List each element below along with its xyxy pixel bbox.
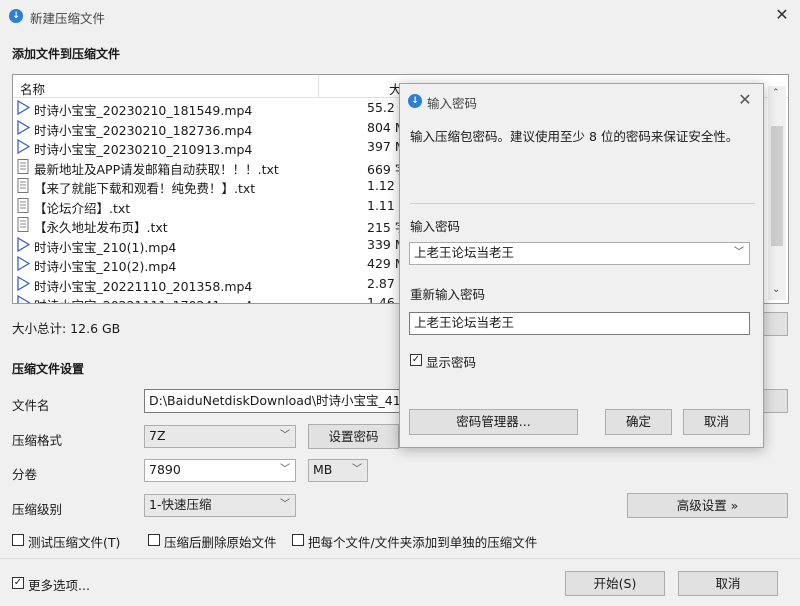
filename-label: 文件名 — [12, 398, 50, 413]
video-file-icon — [16, 294, 31, 303]
file-list-scrollbar[interactable]: ⌃ ⌄ — [768, 86, 786, 300]
file-size: 1.12 — [367, 178, 395, 193]
password-instruction: 输入压缩包密码。建议使用至少 8 位的密码来保证安全性。 — [410, 129, 739, 144]
file-name: 时诗小宝宝_20230210_182736.mp4 — [34, 122, 253, 138]
close-icon[interactable]: ✕ — [772, 5, 792, 24]
dialog-cancel-button[interactable]: 取消 — [683, 409, 750, 435]
video-file-icon — [16, 119, 31, 135]
file-size: 1.11 — [367, 197, 395, 213]
start-button[interactable]: 开始(S) — [565, 571, 665, 596]
format-label: 压缩格式 — [12, 433, 63, 448]
dialog-divider — [410, 203, 755, 204]
split-label: 分卷 — [12, 467, 38, 482]
test-checkbox-label: 测试压缩文件(T) — [28, 535, 121, 550]
split-select[interactable]: 7890 ﹀ — [144, 459, 296, 482]
file-name: 最新地址及APP请发邮箱自动获取！！！.txt — [34, 161, 279, 177]
split-unit-select[interactable]: MB ﹀ — [308, 459, 368, 482]
repeat-password-input[interactable]: 上老王论坛当老王 — [409, 312, 750, 335]
add-files-title: 添加文件到压缩文件 — [12, 47, 121, 61]
video-file-icon — [16, 138, 31, 155]
split-unit-value: MB — [313, 462, 333, 477]
chevron-down-icon: ﹀ — [352, 464, 362, 475]
chevron-down-icon: ﹀ — [280, 430, 290, 441]
total-size: 大小总计: 12.6 GB — [12, 321, 121, 336]
scroll-up-icon[interactable]: ⌃ — [772, 88, 780, 98]
column-name[interactable]: 名称 — [20, 79, 45, 98]
delete-original-checkbox[interactable] — [148, 534, 160, 546]
separate-archive-label: 把每个文件/文件夹添加到单独的压缩文件 — [308, 535, 538, 550]
dialog-close-icon[interactable]: ✕ — [735, 90, 755, 109]
chevron-down-icon: ﹀ — [280, 464, 290, 475]
dialog-logo-icon: ↓ — [408, 94, 422, 108]
filename-input[interactable]: D:\BaiduNetdiskDownload\时诗小宝宝_41v — [144, 389, 402, 413]
list-side-button[interactable] — [762, 312, 788, 336]
repeat-password-label: 重新输入密码 — [410, 287, 486, 302]
separate-archive-checkbox[interactable] — [292, 534, 304, 546]
password-input[interactable]: 上老王论坛当老王 ﹀ — [409, 242, 750, 265]
file-size: 2.87 — [367, 275, 395, 291]
title-bar: ↓ 新建压缩文件 ✕ — [0, 0, 800, 32]
text-file-icon — [16, 217, 30, 232]
format-select[interactable]: 7Z ﹀ — [144, 425, 296, 448]
dialog-ok-button[interactable]: 确定 — [605, 409, 672, 435]
text-file-icon — [16, 178, 30, 193]
video-file-icon — [16, 236, 31, 252]
text-file-icon — [16, 158, 30, 174]
show-password-checkbox[interactable]: ✓ — [410, 354, 422, 366]
password-value: 上老王论坛当老王 — [414, 245, 515, 260]
scroll-down-icon[interactable]: ⌄ — [772, 284, 780, 295]
app-logo-icon: ↓ — [9, 9, 23, 23]
window-title: 新建压缩文件 — [30, 11, 106, 26]
format-value: 7Z — [149, 428, 166, 443]
show-password-label: 显示密码 — [426, 355, 477, 370]
cancel-button[interactable]: 取消 — [678, 571, 778, 596]
dialog-title: 输入密码 — [427, 96, 478, 111]
browse-button[interactable] — [762, 389, 788, 413]
file-name: 时诗小宝宝_210(2).mp4 — [34, 259, 177, 274]
settings-title: 压缩文件设置 — [12, 362, 85, 376]
delete-original-label: 压缩后删除原始文件 — [164, 535, 277, 550]
file-name: 时诗小宝宝_20221110_201358.mp4 — [34, 278, 253, 294]
more-options-checkbox[interactable]: ✓ — [12, 577, 24, 589]
advanced-settings-button[interactable]: 高级设置 » — [627, 493, 788, 518]
password-label: 输入密码 — [410, 219, 461, 234]
divider — [0, 558, 800, 559]
file-name: 时诗小宝宝_20230210_210913.mp4 — [34, 142, 253, 157]
file-name: 【来了就能下载和观看！纯免费！】.txt — [34, 181, 256, 196]
file-name: 【永久地址发布页】.txt — [34, 220, 168, 235]
file-size: 1.46 — [367, 295, 395, 304]
test-checkbox[interactable] — [12, 534, 24, 546]
video-file-icon — [16, 255, 31, 272]
level-label: 压缩级别 — [12, 502, 63, 517]
file-name: 时诗小宝宝_20221111_170241.mp4 — [34, 295, 252, 303]
chevron-down-icon: ﹀ — [280, 499, 290, 510]
password-manager-button[interactable]: 密码管理器... — [409, 409, 578, 435]
video-file-icon — [16, 99, 31, 116]
password-dialog: ↓ 输入密码 ✕ 输入压缩包密码。建议使用至少 8 位的密码来保证安全性。 输入… — [399, 83, 764, 448]
file-name: 【论坛介绍】.txt — [34, 200, 131, 216]
more-options-label: 更多选项... — [28, 578, 90, 593]
video-file-icon — [16, 275, 31, 291]
chevron-down-icon: ﹀ — [734, 247, 744, 258]
text-file-icon — [16, 197, 30, 213]
level-select[interactable]: 1-快速压缩 ﹀ — [144, 494, 296, 517]
scroll-thumb[interactable] — [771, 126, 783, 246]
set-password-button[interactable]: 设置密码 — [308, 424, 399, 449]
level-value: 1-快速压缩 — [149, 497, 212, 512]
file-name: 时诗小宝宝_20230210_181549.mp4 — [34, 103, 253, 118]
file-name: 时诗小宝宝_210(1).mp4 — [34, 239, 177, 255]
split-value: 7890 — [149, 462, 181, 477]
